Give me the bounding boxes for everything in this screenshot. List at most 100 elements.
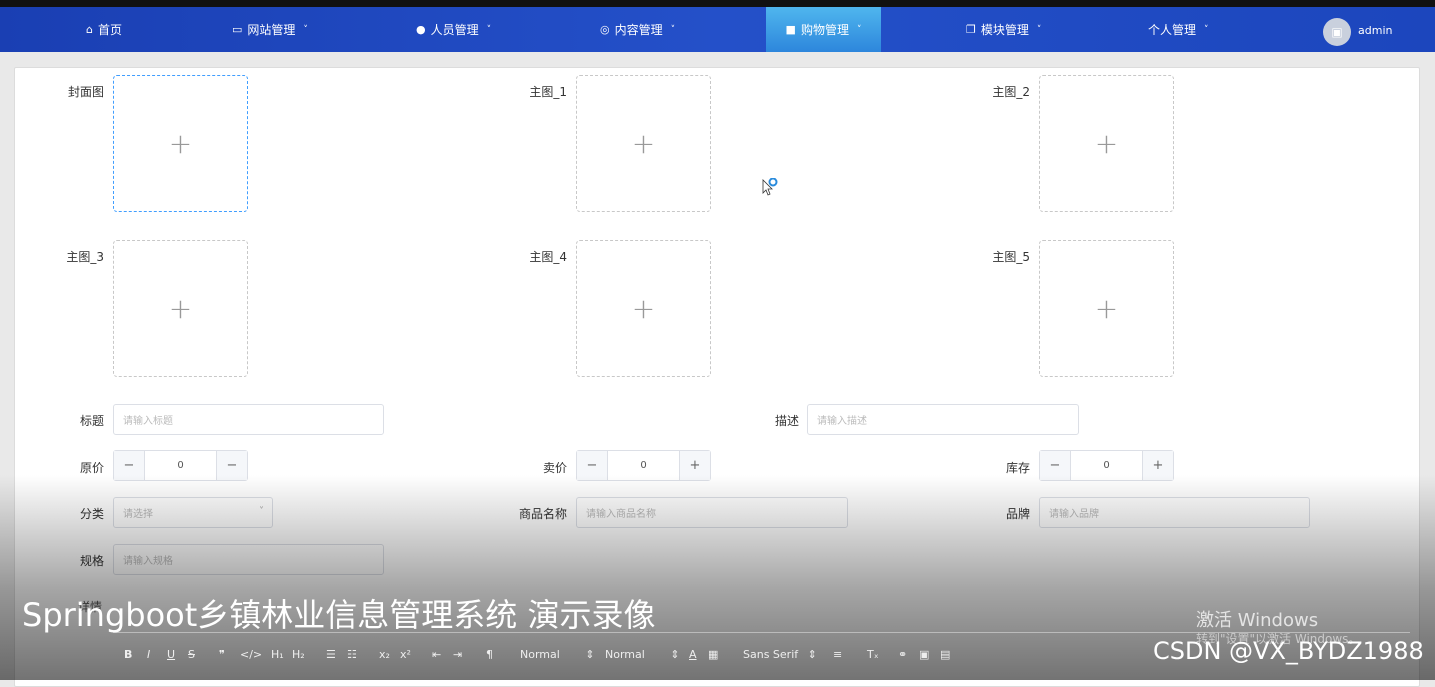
chevron-down-icon: ˅ [303,24,308,35]
windows-activation-title: 激活 Windows [1196,610,1319,631]
plus-icon: + [1094,292,1119,325]
category-label: 分类 [79,507,104,521]
underline-icon[interactable]: U [167,648,175,661]
brand-label: 品牌 [1005,507,1030,521]
outdent-icon[interactable]: ⇤ [432,648,441,661]
clear-format-icon[interactable]: Tₓ [867,648,879,661]
direction-icon[interactable]: ¶ [486,648,493,661]
stock-stepper[interactable]: − 0 + [1039,450,1174,481]
size-select-label: Normal [520,648,560,661]
ordered-list-icon[interactable]: ☰ [326,648,336,661]
nav-item-label: 模块管理 [980,23,1029,37]
plus-icon: + [631,127,656,160]
stock-label: 库存 [1005,461,1030,475]
main-image-2-label: 主图_2 [992,85,1030,99]
indent-icon[interactable]: ⇥ [453,648,462,661]
nav-item-content[interactable]: ◎ 内容管理 ˅ [600,7,675,52]
increment-button[interactable]: − [216,451,247,480]
nav-item-home[interactable]: ⌂ 首页 [86,7,122,52]
stock-value[interactable]: 0 [1071,451,1142,480]
header-select[interactable]: Normal ⇕ [605,648,680,661]
updown-icon: ⇕ [585,648,595,661]
header-select-label: Normal [605,648,645,661]
align-icon[interactable]: ≡ [833,648,842,661]
nav-item-label: 个人管理 [1148,23,1197,37]
subscript-icon[interactable]: x₂ [379,648,390,661]
bold-icon[interactable]: B [124,648,132,661]
image-icon[interactable]: ▣ [919,648,929,661]
nav-item-shopping[interactable]: ■ 购物管理 ˅ [766,7,881,52]
nav-item-label: 首页 [97,23,122,37]
increment-button[interactable]: + [679,451,710,480]
video-caption: Springboot乡镇林业信息管理系统 演示录像 [22,596,656,634]
decrement-button[interactable]: − [577,451,608,480]
chevron-down-icon: ˅ [1036,24,1042,35]
plus-icon: + [1094,127,1119,160]
header2-icon[interactable]: H₂ [292,648,305,661]
spec-label: 规格 [79,554,104,568]
title-label: 标题 [79,414,104,428]
updown-icon: ⇕ [670,648,680,661]
font-select[interactable]: Sans Serif ⇕ [743,648,817,661]
cover-image-upload[interactable]: + [113,75,248,212]
code-icon[interactable]: </> [240,648,262,661]
size-select[interactable]: Normal ⇕ [520,648,595,661]
avatar[interactable]: ▣ [1323,18,1351,46]
chevron-down-icon: ˅ [486,24,492,35]
nav-item-users[interactable]: ● 人员管理 ˅ [416,7,491,52]
sale-price-label: 卖价 [542,461,567,475]
main-image-3-upload[interactable]: + [113,240,248,377]
decrement-button[interactable]: − [1040,451,1071,480]
main-image-2-upload[interactable]: + [1039,75,1174,212]
original-price-value[interactable]: 0 [145,451,216,480]
sale-price-stepper[interactable]: − 0 + [576,450,711,481]
video-icon[interactable]: ▤ [940,648,950,661]
image-icon: ▣ [1331,25,1343,39]
spec-input[interactable]: 请输入规格 [113,544,384,575]
background-color-icon[interactable]: ▦ [708,648,718,661]
bullet-list-icon[interactable]: ☷ [347,648,357,661]
strike-icon[interactable]: S [188,648,195,661]
header1-icon[interactable]: H₁ [271,648,284,661]
plus-icon: + [631,292,656,325]
top-navbar: ⌂ 首页 ▭ 网站管理 ˅ ● 人员管理 ˅ ◎ 内容管理 ˅ ■ 购物管理 ˅… [0,7,1435,52]
product-name-label: 商品名称 [518,507,567,521]
decrement-button[interactable]: − [114,451,145,480]
font-select-label: Sans Serif [743,648,799,661]
mouse-cursor-icon [762,178,778,196]
main-image-1-upload[interactable]: + [576,75,711,212]
bag-icon: ■ [785,23,796,36]
category-placeholder: 请选择 [123,509,153,520]
product-name-input[interactable]: 请输入商品名称 [576,497,848,528]
nav-item-modules[interactable]: ❐ 模块管理 ˅ [966,7,1041,52]
chevron-down-icon: ˅ [259,506,264,517]
nav-item-website[interactable]: ▭ 网站管理 ˅ [232,7,308,52]
original-price-stepper[interactable]: − 0 − [113,450,248,481]
superscript-icon[interactable]: x² [400,648,411,661]
main-image-1-label: 主图_1 [529,85,567,99]
chevron-down-icon: ˅ [856,24,862,35]
main-image-4-upload[interactable]: + [576,240,711,377]
plus-icon: + [168,127,193,160]
category-select[interactable]: 请选择 ˅ [113,497,273,528]
nav-item-label: 内容管理 [614,23,663,37]
link-icon[interactable]: ⚭ [898,648,907,661]
monitor-icon: ▭ [232,23,243,36]
increment-button[interactable]: + [1142,451,1173,480]
nav-item-personal[interactable]: 个人管理 ˅ [1148,7,1209,52]
blockquote-icon[interactable]: ❞ [219,648,225,661]
nav-item-label: 网站管理 [247,23,296,37]
nav-item-label: 购物管理 [800,23,849,37]
description-label: 描述 [774,414,799,428]
main-image-5-upload[interactable]: + [1039,240,1174,377]
text-color-icon[interactable]: A [689,648,697,661]
description-input[interactable]: 请输入描述 [807,404,1079,435]
sale-price-value[interactable]: 0 [608,451,679,480]
brand-input[interactable]: 请输入品牌 [1039,497,1310,528]
cover-image-label: 封面图 [67,85,104,99]
title-input[interactable]: 请输入标题 [113,404,384,435]
nav-item-label: 人员管理 [430,23,479,37]
italic-icon[interactable]: I [147,648,150,661]
chat-icon: ◎ [600,23,610,36]
username[interactable]: admin [1358,24,1392,37]
